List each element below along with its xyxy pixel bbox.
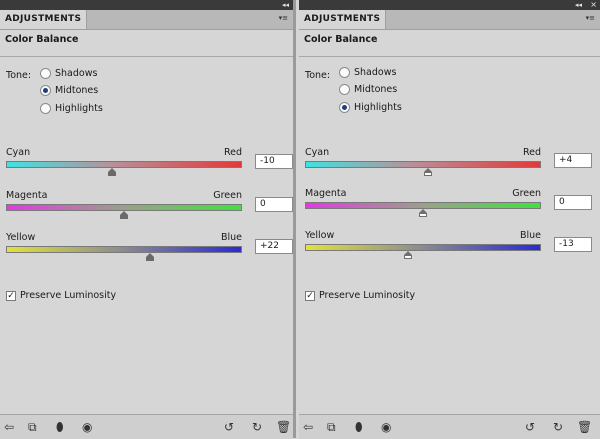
mask-icon[interactable]: ⬮ (56, 420, 64, 434)
radio-button-icon (339, 83, 350, 95)
slider-left-label: Cyan (305, 147, 330, 158)
radio-button-icon (40, 102, 51, 114)
bottom-toolbar: ⇦ ⧉ ⬮ ◉ ↺ ↻ 🗑 (0, 414, 293, 439)
slider-track[interactable] (305, 244, 541, 251)
reset-icon[interactable]: ↻ (252, 420, 262, 434)
slider-left-label: Magenta (305, 188, 347, 199)
collapse-icon[interactable]: ◂◂ (282, 0, 289, 10)
tone-label: Tone: (6, 70, 32, 81)
clip-layer-icon[interactable]: ⧉ (28, 420, 37, 434)
slider-cyan-red: Cyan Red (6, 147, 242, 179)
radio-label: Shadows (55, 67, 98, 79)
adjustment-heading: Color Balance (5, 34, 79, 45)
radio-button-icon (40, 84, 51, 96)
tone-label: Tone: (305, 70, 331, 81)
visibility-eye-icon[interactable]: ◉ (381, 420, 391, 434)
yellow-blue-value-field[interactable]: +22 (255, 239, 293, 254)
cyan-red-value-field[interactable]: +4 (554, 153, 592, 168)
cyan-red-value-field[interactable]: -10 (255, 154, 293, 169)
magenta-green-value-field[interactable]: 0 (255, 197, 293, 212)
radio-shadows[interactable]: Shadows (339, 65, 396, 79)
previous-state-icon[interactable]: ↺ (224, 420, 234, 434)
radio-shadows[interactable]: Shadows (40, 66, 97, 80)
slider-right-label: Blue (220, 232, 242, 243)
divider (0, 56, 293, 57)
slider-left-label: Magenta (6, 190, 48, 201)
slider-track[interactable] (6, 204, 242, 211)
radio-label: Highlights (354, 101, 402, 113)
panel-menu-icon[interactable]: ▾≡ (279, 14, 288, 22)
radio-label: Highlights (55, 102, 103, 114)
slider-right-label: Green (512, 188, 541, 199)
collapse-icon[interactable]: ◂◂ (575, 0, 582, 10)
adjustments-panel-left: ◂◂ ADJUSTMENTS ▾≡ Color Balance Tone: Sh… (0, 0, 296, 439)
panel-menu-icon[interactable]: ▾≡ (586, 14, 595, 22)
checkbox-label: Preserve Luminosity (20, 290, 117, 301)
close-icon[interactable]: × (590, 0, 597, 10)
tab-row: ADJUSTMENTS ▾≡ (299, 10, 600, 30)
radio-highlights[interactable]: Highlights (40, 101, 103, 115)
slider-right-label: Red (522, 147, 541, 158)
checkmark-icon[interactable]: ✓ (305, 290, 315, 301)
slider-yellow-blue: Yellow Blue (6, 232, 242, 264)
radio-label: Midtones (354, 83, 398, 95)
back-arrow-icon[interactable]: ⇦ (4, 420, 14, 434)
slider-magenta-green: Magenta Green (305, 188, 541, 220)
checkmark-icon[interactable]: ✓ (6, 290, 16, 301)
slider-track[interactable] (6, 161, 242, 168)
slider-cyan-red: Cyan Red (305, 147, 541, 179)
radio-button-icon (339, 66, 350, 78)
reset-icon[interactable]: ↻ (553, 420, 563, 434)
slider-left-label: Cyan (6, 147, 31, 158)
radio-button-icon (40, 67, 51, 79)
preserve-luminosity-checkbox[interactable]: ✓ Preserve Luminosity (6, 290, 116, 301)
slider-right-label: Red (223, 147, 242, 158)
slider-right-label: Green (213, 190, 242, 201)
slider-track[interactable] (305, 202, 541, 209)
adjustment-heading: Color Balance (304, 34, 378, 45)
radio-button-icon (339, 101, 350, 113)
slider-left-label: Yellow (305, 230, 335, 241)
preserve-luminosity-checkbox[interactable]: ✓ Preserve Luminosity (305, 290, 415, 301)
panel-title-bar: ◂◂ (0, 0, 293, 10)
back-arrow-icon[interactable]: ⇦ (303, 420, 313, 434)
previous-state-icon[interactable]: ↺ (525, 420, 535, 434)
adjustments-panel-right: ◂◂ × ADJUSTMENTS ▾≡ Color Balance Tone: … (299, 0, 600, 439)
divider (299, 56, 600, 57)
slider-track[interactable] (305, 161, 541, 168)
tab-adjustments[interactable]: ADJUSTMENTS (0, 10, 88, 29)
trash-icon[interactable]: 🗑 (276, 420, 291, 434)
slider-yellow-blue: Yellow Blue (305, 230, 541, 262)
panel-title-bar: ◂◂ × (299, 0, 600, 10)
slider-right-label: Blue (519, 230, 541, 241)
radio-midtones[interactable]: Midtones (40, 83, 98, 97)
radio-label: Shadows (354, 66, 397, 78)
yellow-blue-value-field[interactable]: -13 (554, 237, 592, 252)
tab-row: ADJUSTMENTS ▾≡ (0, 10, 293, 30)
slider-track[interactable] (6, 246, 242, 253)
visibility-eye-icon[interactable]: ◉ (82, 420, 92, 434)
radio-highlights[interactable]: Highlights (339, 100, 402, 114)
tab-adjustments[interactable]: ADJUSTMENTS (299, 10, 387, 29)
radio-label: Midtones (55, 84, 99, 96)
bottom-toolbar: ⇦ ⧉ ⬮ ◉ ↺ ↻ 🗑 (299, 414, 600, 439)
clip-layer-icon[interactable]: ⧉ (327, 420, 336, 434)
magenta-green-value-field[interactable]: 0 (554, 195, 592, 210)
trash-icon[interactable]: 🗑 (577, 420, 592, 434)
slider-left-label: Yellow (6, 232, 36, 243)
mask-icon[interactable]: ⬮ (355, 420, 363, 434)
radio-midtones[interactable]: Midtones (339, 82, 397, 96)
checkbox-label: Preserve Luminosity (319, 290, 416, 301)
slider-magenta-green: Magenta Green (6, 190, 242, 222)
